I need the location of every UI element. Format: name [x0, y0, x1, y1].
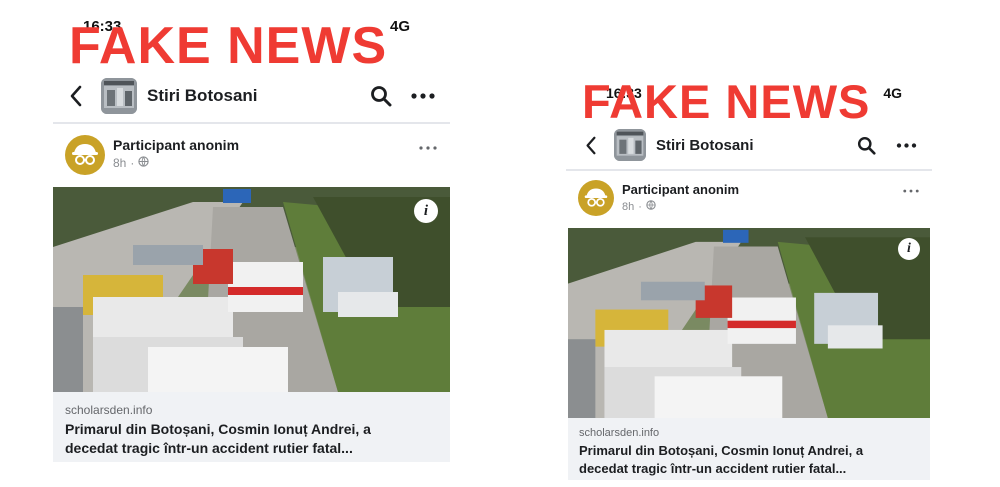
header-divider: [53, 122, 450, 124]
highway-accident-scene: [53, 187, 450, 392]
accident-photo[interactable]: i: [568, 228, 930, 418]
author-meta: Participant anonim 8h ·: [113, 135, 239, 170]
link-domain: scholarsden.info: [579, 427, 660, 439]
fake-news-stamp: FAKE NEWS: [69, 17, 388, 75]
link-preview[interactable]: scholarsden.info Primarul din Botoșani, …: [53, 392, 450, 462]
group-name[interactable]: Stiri Botosani: [656, 137, 754, 154]
headline-line-1: Primarul din Botoșani, Cosmin Ionuț Andr…: [65, 421, 371, 437]
header-divider: [566, 169, 932, 171]
anonymous-avatar-icon[interactable]: [578, 180, 614, 216]
search-icon[interactable]: [854, 133, 878, 157]
group-header: Stiri Botosani: [566, 128, 932, 162]
chevron-left-icon[interactable]: [580, 134, 602, 156]
link-headline: Primarul din Botoșani, Cosmin Ionuț Andr…: [579, 442, 863, 477]
group-name[interactable]: Stiri Botosani: [147, 86, 258, 106]
info-icon[interactable]: i: [898, 238, 920, 260]
globe-icon: [646, 200, 656, 213]
info-icon[interactable]: i: [414, 199, 438, 223]
author-name[interactable]: Participant anonim: [622, 182, 739, 197]
post-meta: 8h ·: [113, 156, 239, 170]
headline-line-1: Primarul din Botoșani, Cosmin Ionuț Andr…: [579, 443, 864, 458]
headline-line-2: decedat tragic într-un accident rutier f…: [65, 439, 353, 456]
post-header: Participant anonim 8h ·: [566, 180, 932, 220]
chevron-left-icon[interactable]: [65, 85, 87, 107]
post-header: Participant anonim 8h ·: [53, 135, 450, 179]
status-network: 4G: [883, 85, 902, 101]
link-preview[interactable]: scholarsden.info Primarul din Botoșani, …: [568, 418, 930, 480]
globe-icon: [138, 156, 150, 170]
accident-photo[interactable]: i: [53, 187, 450, 392]
post-time[interactable]: 8h: [622, 201, 634, 213]
post-time[interactable]: 8h: [113, 156, 126, 170]
post-more-icon[interactable]: [902, 185, 920, 197]
fake-news-stamp: FAKE NEWS: [582, 75, 871, 128]
status-network: 4G: [389, 18, 410, 35]
more-horizontal-icon[interactable]: [894, 133, 918, 157]
group-avatar[interactable]: [101, 78, 137, 114]
post-more-icon[interactable]: [418, 141, 438, 155]
group-avatar[interactable]: [614, 129, 646, 161]
highway-accident-scene: [568, 228, 930, 418]
headline-line-2: decedat tragic într-un accident rutier f…: [579, 460, 847, 476]
link-domain: scholarsden.info: [65, 403, 153, 417]
group-header: Stiri Botosani: [53, 76, 450, 116]
search-icon[interactable]: [368, 83, 394, 109]
author-name[interactable]: Participant anonim: [113, 137, 239, 153]
more-horizontal-icon[interactable]: [410, 83, 436, 109]
author-meta: Participant anonim 8h ·: [622, 180, 739, 213]
anonymous-avatar-icon[interactable]: [65, 135, 105, 175]
link-headline: Primarul din Botoșani, Cosmin Ionuț Andr…: [65, 420, 371, 458]
screenshot-left: 16:33 4G FAKE NEWS Stiri Botosani Partic…: [53, 10, 450, 470]
post-meta: 8h ·: [622, 200, 739, 213]
screenshot-right: 16:33 4G FAKE NEWS Stiri Botosani Partic…: [566, 65, 932, 480]
